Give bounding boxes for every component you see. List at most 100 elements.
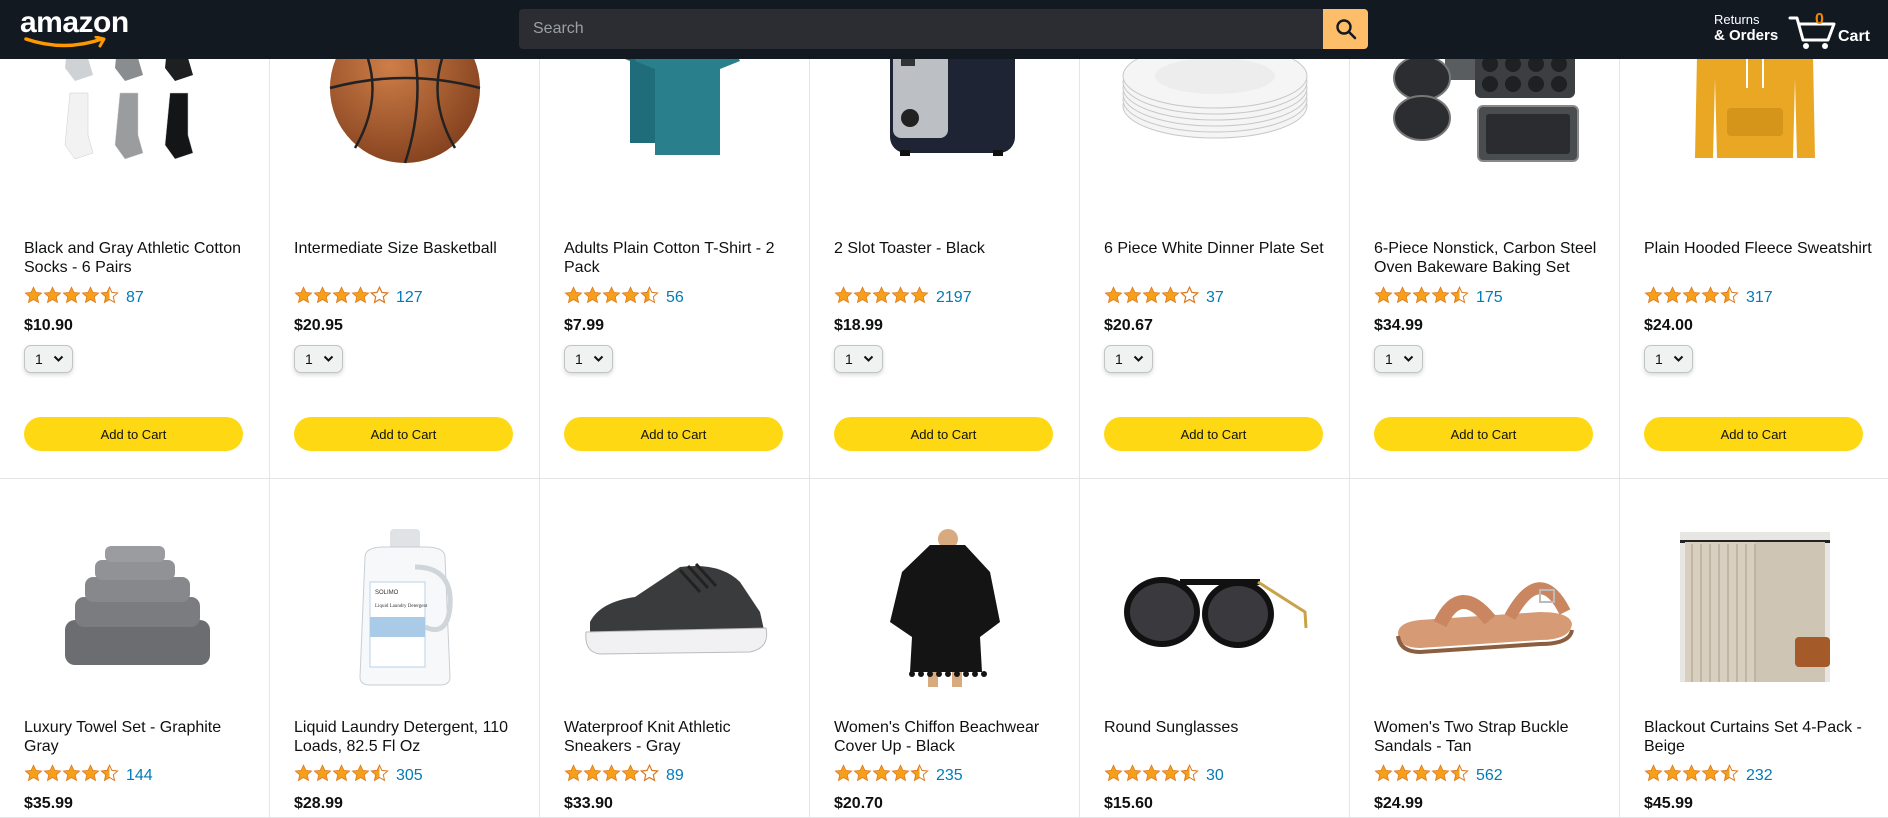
rating-stars[interactable] (24, 286, 119, 309)
product-title[interactable]: Women's Two Strap Buckle Sandals - Tan (1374, 718, 1604, 756)
star-icon (1682, 286, 1701, 309)
add-to-cart-button[interactable]: Add to Cart (564, 417, 783, 451)
add-to-cart-button[interactable]: Add to Cart (1644, 417, 1863, 451)
product-image[interactable] (564, 517, 786, 697)
product-title[interactable]: Luxury Towel Set - Graphite Gray (24, 718, 254, 756)
product-image[interactable] (1374, 517, 1596, 697)
product-title[interactable]: Round Sunglasses (1104, 718, 1334, 737)
star-icon (81, 286, 100, 309)
rating-count-link[interactable]: 232 (1746, 767, 1773, 785)
rating-stars[interactable] (564, 763, 660, 787)
product-title[interactable]: Intermediate Size Basketball (294, 239, 524, 258)
product-image[interactable] (1644, 517, 1866, 697)
add-to-cart-button[interactable]: Add to Cart (834, 417, 1053, 451)
quantity-select[interactable]: 1 (24, 345, 73, 373)
rating-count-link[interactable]: 89 (666, 767, 684, 785)
star-icon (583, 764, 602, 787)
rating-count-link[interactable]: 2197 (936, 289, 972, 307)
cart-link[interactable]: 0 Cart (1788, 8, 1878, 50)
rating-count-link[interactable]: 37 (1206, 289, 1224, 307)
product-title[interactable]: 6-Piece Nonstick, Carbon Steel Oven Bake… (1374, 239, 1604, 277)
star-icon (351, 286, 370, 309)
product-title[interactable]: Blackout Curtains Set 4-Pack - Beige (1644, 718, 1874, 756)
add-to-cart-button[interactable]: Add to Cart (1104, 417, 1323, 451)
star-icon (1180, 764, 1199, 787)
quantity-select[interactable]: 1 (1644, 345, 1693, 373)
product-image[interactable] (1104, 517, 1326, 697)
rating-count-link[interactable]: 56 (666, 289, 684, 307)
star-icon (1431, 764, 1450, 787)
rating-stars[interactable] (294, 764, 389, 787)
search-button[interactable] (1323, 9, 1368, 49)
star-icon (853, 764, 872, 787)
product-rating: 87 (24, 286, 144, 309)
product-rating: 175 (1374, 286, 1503, 309)
product-title[interactable]: 2 Slot Toaster - Black (834, 239, 1064, 258)
quantity-select[interactable]: 1 (564, 345, 613, 373)
add-to-cart-button[interactable]: Add to Cart (1374, 417, 1593, 451)
amazon-logo[interactable]: amazon (20, 8, 129, 48)
product-price: $20.95 (294, 317, 343, 334)
product-title[interactable]: Plain Hooded Fleece Sweatshirt (1644, 239, 1874, 258)
returns-orders-link[interactable]: Returns & Orders (1714, 12, 1778, 44)
rating-stars[interactable] (1374, 286, 1469, 309)
star-icon (834, 764, 853, 787)
product-title[interactable]: Waterproof Knit Athletic Sneakers - Gray (564, 718, 794, 756)
rating-count-link[interactable]: 235 (936, 767, 963, 785)
rating-count-link[interactable]: 317 (1746, 289, 1773, 307)
star-icon (872, 286, 891, 309)
product-title[interactable]: Black and Gray Athletic Cotton Socks - 6… (24, 239, 254, 277)
product-title[interactable]: 6 Piece White Dinner Plate Set (1104, 239, 1334, 258)
product-image[interactable]: SOLIMO Liquid Laundry Detergent (294, 517, 516, 697)
rating-stars[interactable] (1104, 285, 1200, 309)
star-icon (100, 286, 119, 309)
star-icon (621, 286, 640, 309)
product-rating: 127 (294, 285, 423, 309)
rating-stars[interactable] (24, 764, 119, 787)
rating-count-link[interactable]: 305 (396, 767, 423, 785)
star-icon (640, 286, 659, 309)
quantity-value: 1 (1115, 351, 1123, 367)
search-input[interactable] (519, 9, 1323, 49)
rating-stars[interactable] (294, 285, 390, 309)
quantity-select[interactable]: 1 (294, 345, 343, 373)
rating-count-link[interactable]: 87 (126, 289, 144, 307)
product-title[interactable]: Liquid Laundry Detergent, 110 Loads, 82.… (294, 718, 524, 756)
rating-count-link[interactable]: 127 (396, 289, 423, 307)
rating-stars[interactable] (564, 286, 659, 309)
quantity-select[interactable]: 1 (1374, 345, 1423, 373)
product-card: Intermediate Size Basketball 127 $20.95 … (270, 0, 540, 479)
quantity-select[interactable]: 1 (834, 345, 883, 373)
product-price: $35.99 (24, 795, 73, 812)
rating-stars[interactable] (1644, 286, 1739, 309)
product-title[interactable]: Adults Plain Cotton T-Shirt - 2 Pack (564, 239, 794, 277)
rating-stars[interactable] (1644, 764, 1739, 787)
star-icon (1701, 286, 1720, 309)
product-image[interactable] (834, 517, 1056, 697)
star-icon (1682, 764, 1701, 787)
star-icon (910, 764, 929, 787)
star-icon (332, 764, 351, 787)
product-title[interactable]: Women's Chiffon Beachwear Cover Up - Bla… (834, 718, 1064, 756)
cart-icon (1788, 16, 1836, 49)
add-to-cart-button[interactable]: Add to Cart (294, 417, 513, 451)
product-image[interactable] (24, 517, 246, 697)
logo-smile-icon (24, 36, 106, 48)
detergent-label-text: Liquid Laundry Detergent (375, 604, 428, 609)
star-icon (1104, 286, 1123, 309)
product-card: Plain Hooded Fleece Sweatshirt 317 $24.0… (1620, 0, 1888, 479)
rating-count-link[interactable]: 144 (126, 767, 153, 785)
rating-stars[interactable] (834, 286, 929, 309)
rating-stars[interactable] (1104, 764, 1199, 787)
rating-count-link[interactable]: 30 (1206, 767, 1224, 785)
rating-count-link[interactable]: 562 (1476, 767, 1503, 785)
rating-count-link[interactable]: 175 (1476, 289, 1503, 307)
quantity-select[interactable]: 1 (1104, 345, 1153, 373)
add-to-cart-button[interactable]: Add to Cart (24, 417, 243, 451)
chevron-down-icon (1133, 355, 1144, 362)
rating-stars[interactable] (1374, 764, 1469, 787)
rating-stars[interactable] (834, 764, 929, 787)
star-icon (1720, 286, 1739, 309)
chevron-down-icon (863, 355, 874, 362)
star-icon (43, 764, 62, 787)
